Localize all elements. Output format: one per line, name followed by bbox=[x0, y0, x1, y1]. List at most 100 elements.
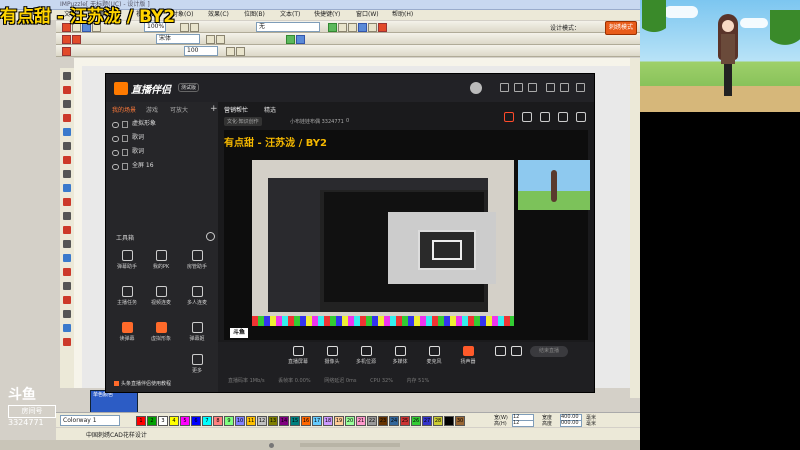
pattern-icon[interactable] bbox=[286, 35, 295, 44]
source-item[interactable]: 全屏 16 bbox=[112, 161, 212, 171]
color-swatch[interactable]: 16 bbox=[301, 416, 311, 426]
lettering-tool-icon[interactable] bbox=[63, 310, 71, 318]
add-scene-icon[interactable]: + bbox=[210, 104, 218, 114]
color-swatch[interactable]: 7 bbox=[202, 416, 212, 426]
menu-object[interactable]: 对象(O) bbox=[172, 10, 193, 20]
stitch-type-icon[interactable] bbox=[62, 47, 71, 56]
rectangle-tool-icon[interactable] bbox=[63, 128, 71, 136]
tool-read-danmaku[interactable]: 读弹幕 bbox=[112, 322, 142, 346]
italic-icon[interactable] bbox=[216, 35, 225, 44]
room-category[interactable]: 文化·知识创作 bbox=[224, 117, 262, 126]
color-swatch[interactable]: 18 bbox=[323, 416, 333, 426]
menu-help[interactable]: 帮助(H) bbox=[392, 10, 413, 20]
tool-pk[interactable]: 我的PK bbox=[146, 250, 176, 274]
lock-icon[interactable] bbox=[122, 149, 128, 156]
broadcast-icon[interactable] bbox=[504, 112, 514, 122]
color-swatch[interactable]: 12 bbox=[257, 416, 267, 426]
menu-text[interactable]: 文本(T) bbox=[280, 10, 300, 20]
mirror-icon[interactable] bbox=[236, 47, 245, 56]
menu-shortcut[interactable]: 快捷键(Y) bbox=[314, 10, 340, 20]
stream-preview[interactable]: 斗鱼 有点甜 - 汪苏泷 / BY2 bbox=[224, 130, 590, 340]
measure-tool-icon[interactable] bbox=[63, 324, 71, 332]
collapse-icon[interactable] bbox=[206, 232, 215, 241]
design-mode-button[interactable]: 刺绣模式 bbox=[605, 21, 637, 35]
tab-marketing[interactable]: 营销帮忙 bbox=[224, 105, 248, 114]
color-swatch[interactable]: 9 bbox=[224, 416, 234, 426]
end-live-button[interactable]: 结束直播 bbox=[530, 346, 568, 357]
color-swatch[interactable]: 26 bbox=[411, 416, 421, 426]
color-swatch[interactable]: 15 bbox=[290, 416, 300, 426]
tool-room-admin[interactable]: 房管助手 bbox=[182, 250, 212, 274]
hand-tool-icon[interactable] bbox=[63, 240, 71, 248]
tool-video-link[interactable]: 视频连麦 bbox=[146, 286, 176, 310]
visible-icon[interactable] bbox=[112, 122, 119, 128]
maximize-icon[interactable] bbox=[560, 83, 569, 92]
fill-icon[interactable] bbox=[62, 35, 71, 44]
trim-tool-icon[interactable] bbox=[63, 338, 71, 346]
ellipse-tool-icon[interactable] bbox=[63, 142, 71, 150]
color-swatch[interactable]: 8 bbox=[213, 416, 223, 426]
color-swatch[interactable]: 10 bbox=[235, 416, 245, 426]
knife-tool-icon[interactable] bbox=[63, 212, 71, 220]
menu-window[interactable]: 窗口(W) bbox=[356, 10, 379, 20]
style-combo[interactable]: 无 bbox=[256, 22, 320, 32]
add-camera-button[interactable]: 摄像头 bbox=[318, 346, 346, 365]
bold-icon[interactable] bbox=[206, 35, 215, 44]
color-icon[interactable] bbox=[296, 35, 305, 44]
color-swatch[interactable]: 27 bbox=[422, 416, 432, 426]
stitch-icon[interactable] bbox=[378, 23, 387, 32]
color-swatch[interactable]: 23 bbox=[378, 416, 388, 426]
color-swatch[interactable]: 28 bbox=[433, 416, 443, 426]
visible-icon[interactable] bbox=[112, 164, 119, 170]
tutorial-link[interactable]: 头条直播伴侣使用教程 bbox=[114, 380, 171, 387]
color-swatch[interactable]: 20 bbox=[345, 416, 355, 426]
menu-effect[interactable]: 效果(C) bbox=[208, 10, 229, 20]
tool-danmaku-helper[interactable]: 弹幕助手 bbox=[112, 250, 142, 274]
satin-tool-icon[interactable] bbox=[63, 282, 71, 290]
color-swatch[interactable]: 2 bbox=[147, 416, 157, 426]
color-swatch[interactable]: 21 bbox=[356, 416, 366, 426]
rotate-icon[interactable] bbox=[226, 47, 235, 56]
lock-icon[interactable] bbox=[122, 163, 128, 170]
microphone-button[interactable]: 麦克风 bbox=[420, 346, 448, 365]
eyedropper-tool-icon[interactable] bbox=[63, 198, 71, 206]
color-swatch[interactable]: 19 bbox=[334, 416, 344, 426]
layout-icon[interactable] bbox=[540, 112, 550, 122]
star-tool-icon[interactable] bbox=[63, 156, 71, 164]
source-item[interactable]: 歌词 bbox=[112, 147, 212, 157]
tab-game[interactable]: 游戏 bbox=[146, 105, 158, 114]
lock-icon[interactable] bbox=[522, 112, 532, 122]
height-input[interactable]: 12 bbox=[512, 420, 534, 427]
favorite-icon[interactable] bbox=[500, 83, 509, 92]
pointer-tool-icon[interactable] bbox=[63, 72, 71, 80]
tool-tasks[interactable]: 主播任务 bbox=[112, 286, 142, 310]
size-h-input[interactable]: 000.00 bbox=[560, 420, 582, 427]
color-swatch[interactable]: 4 bbox=[169, 416, 179, 426]
add-multi-camera-button[interactable]: 多机位源 bbox=[352, 346, 380, 365]
color-swatch[interactable]: 3 bbox=[158, 416, 168, 426]
color-swatch[interactable]: 22 bbox=[367, 416, 377, 426]
pen-tool-icon[interactable] bbox=[63, 86, 71, 94]
speaker-button[interactable]: 扬声器 bbox=[454, 346, 482, 365]
horizontal-scrollbar[interactable] bbox=[300, 443, 400, 447]
color-swatch[interactable]: 6 bbox=[191, 416, 201, 426]
user-avatar[interactable] bbox=[470, 82, 482, 94]
density-combo[interactable]: 100 bbox=[184, 46, 218, 56]
menu-bitmap[interactable]: 位图(B) bbox=[244, 10, 265, 20]
lock-icon[interactable] bbox=[122, 135, 128, 142]
zoom-tool-icon[interactable] bbox=[63, 184, 71, 192]
tab-zoomable[interactable]: 可放大 bbox=[170, 105, 188, 114]
undo-icon[interactable] bbox=[180, 23, 189, 32]
menu-icon[interactable] bbox=[528, 83, 537, 92]
color-swatch[interactable]: 1 bbox=[136, 416, 146, 426]
skin-icon[interactable] bbox=[514, 83, 523, 92]
outline-tool-icon[interactable] bbox=[63, 254, 71, 262]
color-swatch[interactable]: 25 bbox=[400, 416, 410, 426]
outline-icon[interactable] bbox=[72, 35, 81, 44]
visible-icon[interactable] bbox=[112, 136, 119, 142]
source-item[interactable]: 虚拟形象 bbox=[112, 119, 212, 129]
color-swatch[interactable]: 13 bbox=[268, 416, 278, 426]
tool-multi-link[interactable]: 多人连麦 bbox=[182, 286, 212, 310]
lock-icon[interactable] bbox=[122, 121, 128, 128]
add-media-button[interactable]: 多媒体 bbox=[386, 346, 414, 365]
